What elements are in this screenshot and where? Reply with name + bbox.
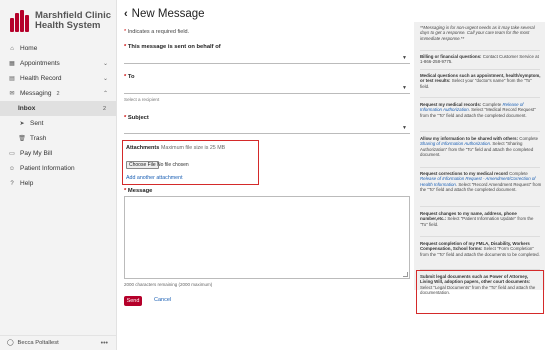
resize-handle[interactable]	[403, 272, 408, 277]
sidebar-item-messaging[interactable]: ✉ Messaging 2 ⌃	[0, 86, 116, 101]
caret-down-icon: ▼	[402, 85, 407, 91]
subject-label: * Subject	[124, 115, 149, 121]
sidebar-nav: ⌂ Home ▦ Appointments ⌄ ▤ Health Record …	[0, 40, 116, 191]
logo[interactable]: Marshfield Clinic Health System	[8, 8, 113, 34]
to-label: * To	[124, 74, 135, 80]
sidebar-item-appointments[interactable]: ▦ Appointments ⌄	[0, 56, 116, 71]
user-avatar-icon: ◯	[7, 340, 14, 346]
chevron-down-icon: ⌄	[102, 76, 108, 82]
send-button[interactable]: Send	[124, 296, 142, 306]
help-billing: Billing or financial questions: Contact …	[420, 54, 539, 65]
attachments-label: Attachments	[126, 145, 160, 151]
folder-icon: ▤	[9, 76, 15, 82]
help-panel: **Messaging is for non-urgent needs as i…	[414, 22, 545, 295]
messaging-count-badge: 2	[56, 90, 60, 97]
message-textarea[interactable]	[124, 196, 410, 279]
home-icon: ⌂	[10, 45, 14, 52]
divider	[420, 69, 540, 70]
help-corrections: Request corrections to my medical record…	[420, 171, 542, 192]
divider	[420, 236, 540, 237]
cancel-button[interactable]: Cancel	[154, 297, 171, 303]
to-select[interactable]: ▼	[124, 84, 410, 94]
divider	[420, 167, 540, 168]
sidebar-item-trash[interactable]: 🗑 Trash	[0, 131, 116, 146]
logo-icon	[8, 10, 30, 32]
sidebar-item-inbox[interactable]: Inbox 2	[0, 101, 116, 116]
attachments-section: Attachments Maximum file size is 25 MB C…	[122, 140, 259, 185]
divider	[420, 97, 540, 98]
divider	[420, 206, 540, 207]
add-attachment-link[interactable]: Add another attachment	[126, 175, 183, 181]
person-icon: ☺	[8, 165, 16, 172]
max-file-size: Maximum file size is 25 MB	[161, 145, 226, 151]
sharing-of-information-link[interactable]: Sharing of Information Authorization	[420, 141, 490, 146]
chevron-up-icon: ⌃	[102, 91, 108, 97]
legal-documents-highlight	[416, 270, 544, 314]
card-icon: ▭	[9, 151, 15, 157]
inbox-count-badge: 2	[102, 105, 106, 112]
sidebar-item-pay-my-bill[interactable]: ▭ Pay My Bill	[0, 146, 116, 161]
help-intro: **Messaging is for non-urgent needs as i…	[420, 25, 535, 41]
sidebar-item-health-record[interactable]: ▤ Health Record ⌄	[0, 71, 116, 86]
help-icon: ?	[10, 180, 14, 187]
sent-on-behalf-select[interactable]: ▼	[124, 54, 410, 64]
send-icon: ➤	[19, 121, 25, 127]
caret-down-icon: ▼	[402, 125, 407, 131]
sidebar-item-home[interactable]: ⌂ Home	[0, 41, 116, 56]
user-name: Becca Poltallest	[17, 340, 59, 346]
logo-text: Marshfield Clinic Health System	[35, 10, 112, 31]
message-label: * Message	[124, 188, 153, 194]
app: Marshfield Clinic Health System ⌂ Home ▦…	[0, 0, 549, 350]
help-fmla: Request completion of my FMLA, Disabilit…	[420, 241, 540, 257]
main-content: ‹ New Message * Indicates a required fie…	[117, 0, 412, 350]
sidebar-item-patient-information[interactable]: ☺ Patient Information	[0, 161, 116, 176]
trash-icon: 🗑	[18, 136, 26, 142]
help-medical: Medical questions such as appointment, h…	[420, 73, 541, 89]
no-file-text: No file chosen	[157, 162, 189, 168]
caret-down-icon: ▼	[402, 55, 407, 61]
divider	[420, 50, 540, 51]
subject-select[interactable]: ▼	[124, 124, 410, 134]
mail-icon: ✉	[9, 91, 15, 97]
sidebar-item-sent[interactable]: ➤ Sent	[0, 116, 116, 131]
sent-on-behalf-label: * This message is sent on behalf of	[124, 44, 221, 50]
chevron-down-icon: ⌄	[102, 61, 108, 67]
help-sharing: Allow my information to be shared with o…	[420, 136, 539, 157]
calendar-icon: ▦	[9, 61, 15, 67]
choose-file-button[interactable]: Choose File	[126, 161, 159, 169]
chars-remaining: 2000 characters remaining (2000 maximum)	[124, 282, 213, 287]
back-icon[interactable]: ‹	[124, 8, 128, 20]
sidebar: Marshfield Clinic Health System ⌂ Home ▦…	[0, 0, 117, 350]
sidebar-item-help[interactable]: ? Help	[0, 176, 116, 191]
more-icon[interactable]: •••	[101, 340, 108, 347]
page-title: ‹ New Message	[124, 8, 205, 20]
user-menu[interactable]: ◯ Becca Poltallest •••	[0, 335, 116, 350]
help-changes: Request changes to my name, address, pho…	[420, 211, 534, 227]
required-note: * Indicates a required field.	[124, 29, 190, 35]
to-helper: Select a recipient	[124, 97, 160, 102]
help-records: Request my medical records: Complete Rel…	[420, 102, 536, 118]
divider	[420, 131, 540, 132]
